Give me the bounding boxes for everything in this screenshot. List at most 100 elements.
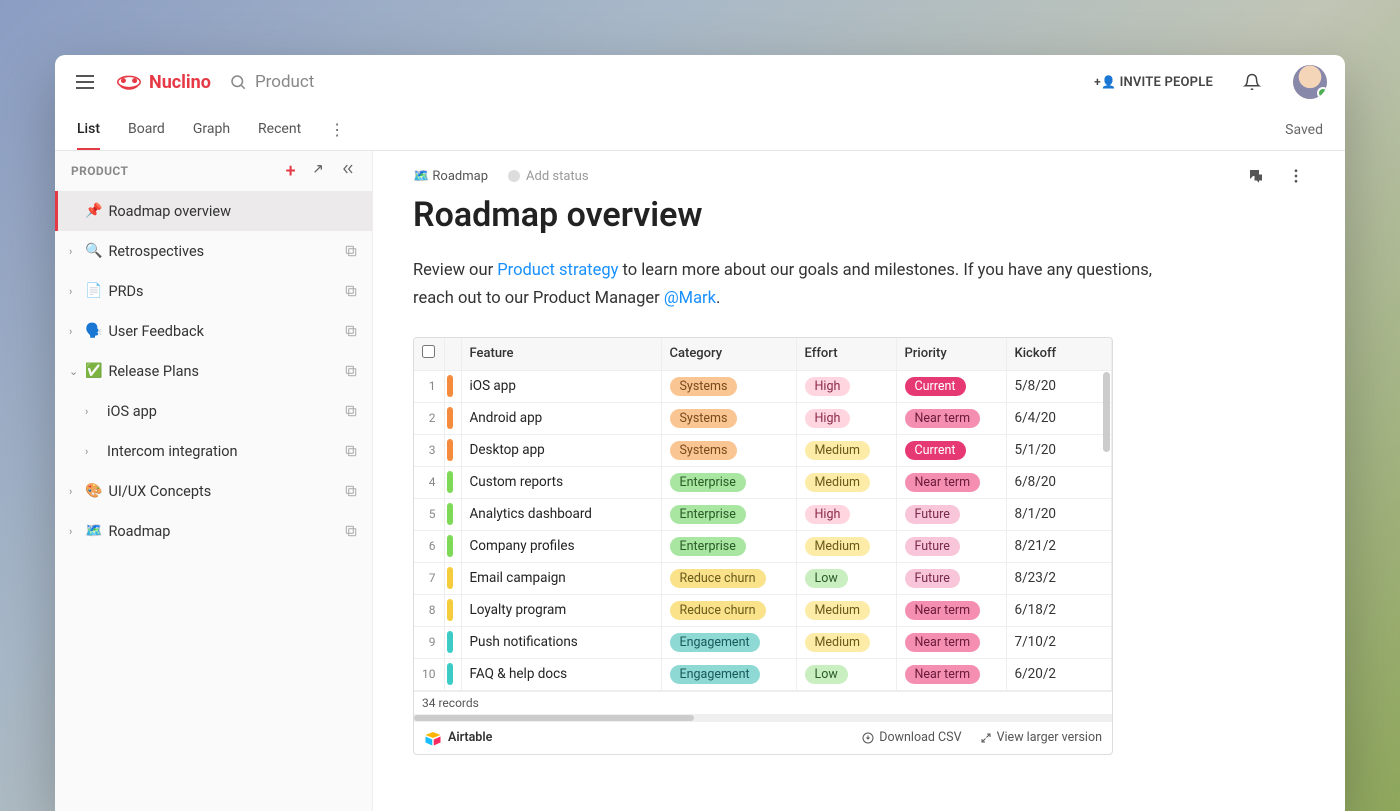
duplicate-icon[interactable] [344, 484, 358, 498]
brand-logo[interactable]: Nuclino [115, 72, 211, 93]
airtable-logo[interactable]: Airtable [424, 730, 492, 746]
cell-effort: High [796, 498, 896, 530]
mention-mark[interactable]: @Mark [664, 289, 716, 308]
cell-effort: Medium [796, 434, 896, 466]
cell-category: Systems [661, 370, 796, 402]
table-row[interactable]: 10 FAQ & help docs Engagement Low Near t… [414, 658, 1112, 690]
brand-name: Nuclino [149, 72, 211, 93]
sidebar-item-prds[interactable]: ›📄PRDs [55, 271, 372, 311]
sidebar-item-user-feedback[interactable]: ›🗣️User Feedback [55, 311, 372, 351]
sidebar-item-label: Roadmap [108, 523, 170, 540]
duplicate-icon[interactable] [344, 324, 358, 338]
cell-effort: High [796, 402, 896, 434]
sidebar-item-label: UI/UX Concepts [108, 483, 211, 500]
expand-icon[interactable] [310, 161, 326, 177]
sidebar-item-label: Roadmap overview [108, 203, 231, 220]
cell-kickoff: 6/4/20 [1006, 402, 1112, 434]
cell-effort: Low [796, 658, 896, 690]
download-csv-button[interactable]: Download CSV [862, 730, 961, 745]
chevron-icon: › [69, 325, 81, 338]
cell-priority: Future [896, 562, 1006, 594]
tab-list[interactable]: List [77, 109, 100, 150]
table-row[interactable]: 3 Desktop app Systems Medium Current 5/1… [414, 434, 1112, 466]
sidebar-item-retrospectives[interactable]: ›🔍Retrospectives [55, 231, 372, 271]
duplicate-icon[interactable] [344, 524, 358, 538]
sidebar-item-roadmap-overview[interactable]: 📌Roadmap overview [55, 191, 372, 231]
notifications-icon[interactable] [1243, 73, 1261, 91]
sidebar-item-label: Release Plans [108, 363, 199, 380]
menu-icon[interactable] [73, 70, 97, 94]
table-row[interactable]: 7 Email campaign Reduce churn Low Future… [414, 562, 1112, 594]
col-category[interactable]: Category [661, 338, 796, 370]
sidebar-item-release-plans[interactable]: ⌄✅Release Plans [55, 351, 372, 391]
duplicate-icon[interactable] [344, 244, 358, 258]
table-row[interactable]: 8 Loyalty program Reduce churn Medium Ne… [414, 594, 1112, 626]
invite-button[interactable]: +👤 INVITE PEOPLE [1094, 75, 1213, 90]
cell-priority: Future [896, 530, 1006, 562]
table-row[interactable]: 9 Push notifications Engagement Medium N… [414, 626, 1112, 658]
breadcrumb[interactable]: 🗺️ Roadmap [413, 169, 488, 184]
sidebar-item-ui-ux-concepts[interactable]: ›🎨UI/UX Concepts [55, 471, 372, 511]
chevron-icon: › [69, 245, 81, 258]
col-kickoff[interactable]: Kickoff [1006, 338, 1112, 370]
cell-category: Engagement [661, 658, 796, 690]
chevron-icon: › [85, 445, 97, 458]
add-status-button[interactable]: Add status [508, 169, 589, 184]
add-page-button[interactable]: + [286, 161, 296, 182]
cell-feature: Loyalty program [461, 594, 661, 626]
doc-more-icon[interactable] [1287, 167, 1305, 185]
select-all-checkbox[interactable] [414, 338, 444, 370]
roadmap-table: FeatureCategoryEffortPriorityKickoff 1 i… [413, 337, 1113, 755]
table-row[interactable]: 2 Android app Systems High Near term 6/4… [414, 402, 1112, 434]
search-icon [229, 73, 247, 91]
table-row[interactable]: 5 Analytics dashboard Enterprise High Fu… [414, 498, 1112, 530]
cell-feature: FAQ & help docs [461, 658, 661, 690]
strategy-link[interactable]: Product strategy [497, 261, 618, 280]
cell-category: Systems [661, 434, 796, 466]
tabs-more-icon[interactable]: ⋮ [329, 120, 345, 139]
tab-board[interactable]: Board [128, 109, 165, 150]
table-row[interactable]: 1 iOS app Systems High Current 5/8/20 [414, 370, 1112, 402]
avatar[interactable] [1293, 65, 1327, 99]
duplicate-icon[interactable] [344, 364, 358, 378]
cell-effort: Medium [796, 626, 896, 658]
chevron-icon: ⌄ [69, 365, 81, 378]
table-row[interactable]: 6 Company profiles Enterprise Medium Fut… [414, 530, 1112, 562]
table-hscroll[interactable] [414, 714, 1112, 722]
chevron-icon: › [69, 285, 81, 298]
table-vscroll[interactable] [1103, 372, 1110, 452]
duplicate-icon[interactable] [344, 404, 358, 418]
cell-effort: High [796, 370, 896, 402]
sidebar: PRODUCT + 📌Roadmap overview›🔍Retrospecti… [55, 151, 373, 811]
sidebar-header: PRODUCT + [55, 151, 372, 191]
chevron-icon: › [69, 525, 81, 538]
tab-graph[interactable]: Graph [193, 109, 230, 150]
intro-paragraph: Review our Product strategy to learn mor… [373, 257, 1233, 337]
cell-feature: Company profiles [461, 530, 661, 562]
sidebar-item-intercom-integration[interactable]: ›Intercom integration [55, 431, 372, 471]
search-input[interactable]: Product [229, 72, 1076, 92]
sidebar-title: PRODUCT [71, 164, 128, 178]
document-main: 🗺️ Roadmap Add status Roadmap overview R… [373, 151, 1345, 811]
col-effort[interactable]: Effort [796, 338, 896, 370]
page-title: Roadmap overview [373, 185, 1345, 257]
topbar: Nuclino Product +👤 INVITE PEOPLE [55, 55, 1345, 109]
duplicate-icon[interactable] [344, 444, 358, 458]
sidebar-item-roadmap[interactable]: ›🗺️Roadmap [55, 511, 372, 551]
duplicate-icon[interactable] [344, 284, 358, 298]
cell-category: Reduce churn [661, 594, 796, 626]
view-larger-button[interactable]: View larger version [980, 730, 1102, 745]
col-feature[interactable]: Feature [461, 338, 661, 370]
sidebar-item-label: PRDs [108, 283, 143, 300]
cell-feature: Custom reports [461, 466, 661, 498]
table-row[interactable]: 4 Custom reports Enterprise Medium Near … [414, 466, 1112, 498]
sidebar-item-ios-app[interactable]: ›iOS app [55, 391, 372, 431]
col-priority[interactable]: Priority [896, 338, 1006, 370]
cell-category: Enterprise [661, 530, 796, 562]
cell-feature: Email campaign [461, 562, 661, 594]
cell-kickoff: 8/21/2 [1006, 530, 1112, 562]
tab-recent[interactable]: Recent [258, 109, 301, 150]
comments-icon[interactable] [1247, 167, 1265, 185]
cell-feature: iOS app [461, 370, 661, 402]
collapse-icon[interactable] [340, 161, 356, 177]
